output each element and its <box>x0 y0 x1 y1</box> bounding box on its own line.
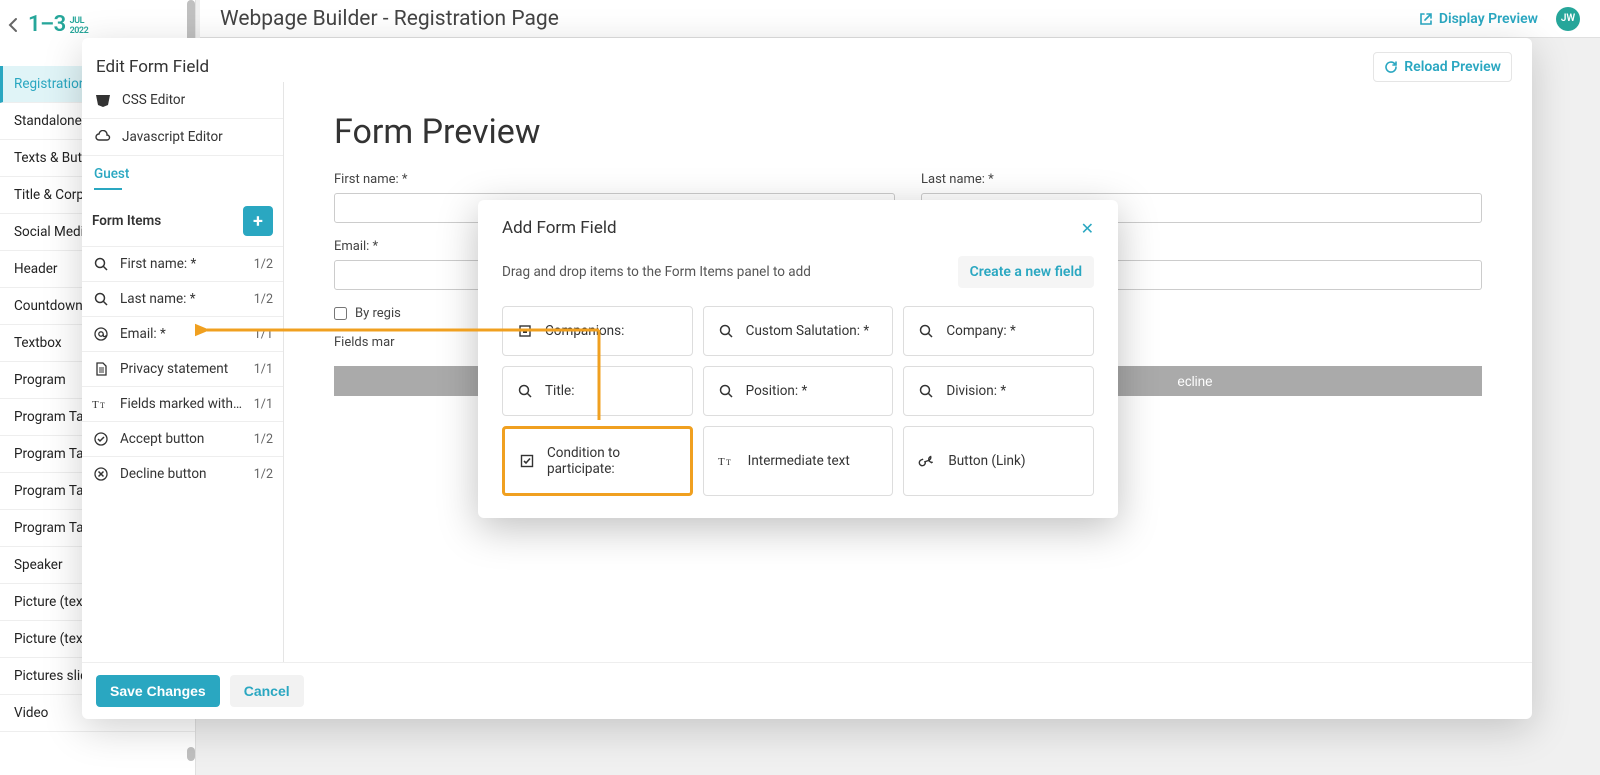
form-item-count: 1/2 <box>254 432 273 447</box>
field-card-label: Companions: <box>545 323 624 339</box>
search-icon <box>718 383 734 399</box>
privacy-checkbox[interactable] <box>334 307 347 320</box>
form-item[interactable]: TT Fields marked with * a... 1/1 <box>82 386 283 421</box>
form-item-label: Email: * <box>120 326 244 342</box>
form-item[interactable]: Privacy statement 1/1 <box>82 351 283 386</box>
js-editor-row[interactable]: Javascript Editor <box>82 118 283 155</box>
form-item[interactable]: First name: * 1/2 <box>82 246 283 281</box>
square-icon <box>517 323 533 339</box>
tt-icon: TT <box>92 397 110 411</box>
event-date: 1–3 JUL 2022 <box>28 12 88 37</box>
css-editor-row[interactable]: CSS Editor <box>82 82 283 118</box>
field-card-label: Division: * <box>946 383 1006 399</box>
svg-text:T: T <box>718 456 725 468</box>
field-card-label: Position: * <box>746 383 808 399</box>
svg-text:T: T <box>100 401 105 410</box>
last-name-label: Last name: * <box>921 172 1482 187</box>
back-icon[interactable] <box>8 17 18 33</box>
form-item-count: 1/1 <box>254 397 273 412</box>
tt-icon: TT <box>718 454 736 468</box>
first-name-label: First name: * <box>334 172 895 187</box>
field-card[interactable]: Company: * <box>903 306 1094 356</box>
form-item-label: First name: * <box>120 256 244 272</box>
form-config-column: CSS Editor Javascript Editor Guest Form … <box>82 82 284 662</box>
search-icon <box>92 256 110 272</box>
field-card[interactable]: Custom Salutation: * <box>703 306 894 356</box>
page-title: Webpage Builder - Registration Page <box>220 7 1419 31</box>
form-item-count: 1/2 <box>254 257 273 272</box>
form-item[interactable]: Decline button 1/2 <box>82 456 283 491</box>
field-card[interactable]: Position: * <box>703 366 894 416</box>
form-item-count: 1/2 <box>254 292 273 307</box>
add-form-field-popup: Add Form Field ✕ Drag and drop items to … <box>478 200 1118 518</box>
field-card[interactable]: Title: <box>502 366 693 416</box>
field-card[interactable]: TT Intermediate text <box>703 426 894 496</box>
reload-preview-button[interactable]: Reload Preview <box>1373 52 1512 82</box>
doc-icon <box>92 361 110 377</box>
svg-text:T: T <box>726 458 731 467</box>
close-icon[interactable]: ✕ <box>1081 219 1094 238</box>
field-card[interactable]: Companions: <box>502 306 693 356</box>
avatar[interactable]: JW <box>1556 7 1580 31</box>
external-link-icon <box>1419 12 1433 26</box>
at-icon <box>92 326 110 342</box>
link-icon <box>918 454 936 468</box>
form-item[interactable]: Accept button 1/2 <box>82 421 283 456</box>
create-new-field-button[interactable]: Create a new field <box>958 256 1094 288</box>
field-card-label: Button (Link) <box>948 453 1025 469</box>
sidebar-scrollbar-down[interactable] <box>187 747 195 761</box>
form-item-count: 1/1 <box>254 362 273 377</box>
form-items-heading: Form Items + <box>82 196 283 246</box>
popup-hint: Drag and drop items to the Form Items pa… <box>502 264 958 280</box>
popup-title: Add Form Field <box>502 218 617 238</box>
field-card[interactable]: Button (Link) <box>903 426 1094 496</box>
search-icon <box>918 383 934 399</box>
sidebar-header: 1–3 JUL 2022 <box>0 0 195 41</box>
preview-heading: Form Preview <box>334 112 1482 152</box>
search-icon <box>517 383 533 399</box>
check-icon <box>92 431 110 447</box>
field-card-label: Custom Salutation: * <box>746 323 870 339</box>
field-card[interactable]: Division: * <box>903 366 1094 416</box>
form-item[interactable]: Email: * 1/1 <box>82 316 283 351</box>
guest-tab[interactable]: Guest <box>82 156 283 188</box>
field-card-label: Intermediate text <box>748 453 850 469</box>
refresh-icon <box>1384 60 1398 74</box>
field-card-label: Company: * <box>946 323 1016 339</box>
panel-footer: Save Changes Cancel <box>82 662 1532 719</box>
save-button[interactable]: Save Changes <box>96 675 220 707</box>
cloud-icon <box>94 130 112 144</box>
field-card[interactable]: Condition to participate: <box>502 426 693 496</box>
css-icon <box>94 93 112 107</box>
search-icon <box>718 323 734 339</box>
field-card-label: Condition to participate: <box>547 445 676 477</box>
add-form-item-button[interactable]: + <box>243 206 273 236</box>
form-item-label: Decline button <box>120 466 244 482</box>
search-icon <box>92 291 110 307</box>
topbar: Webpage Builder - Registration Page Disp… <box>200 0 1600 38</box>
form-item-count: 1/1 <box>254 327 273 342</box>
svg-text:T: T <box>92 399 99 411</box>
form-item-label: Fields marked with * a... <box>120 396 244 412</box>
panel-title: Edit Form Field <box>96 57 209 77</box>
x-icon <box>92 466 110 482</box>
cancel-button[interactable]: Cancel <box>230 675 304 707</box>
display-preview-button[interactable]: Display Preview <box>1419 11 1538 27</box>
search-icon <box>918 323 934 339</box>
form-item[interactable]: Last name: * 1/2 <box>82 281 283 316</box>
field-card-label: Title: <box>545 383 574 399</box>
form-item-count: 1/2 <box>254 467 273 482</box>
form-item-label: Privacy statement <box>120 361 244 377</box>
checkbox-icon <box>519 453 535 469</box>
form-item-label: Last name: * <box>120 291 244 307</box>
form-item-label: Accept button <box>120 431 244 447</box>
privacy-checkbox-label: By regis <box>355 306 401 321</box>
